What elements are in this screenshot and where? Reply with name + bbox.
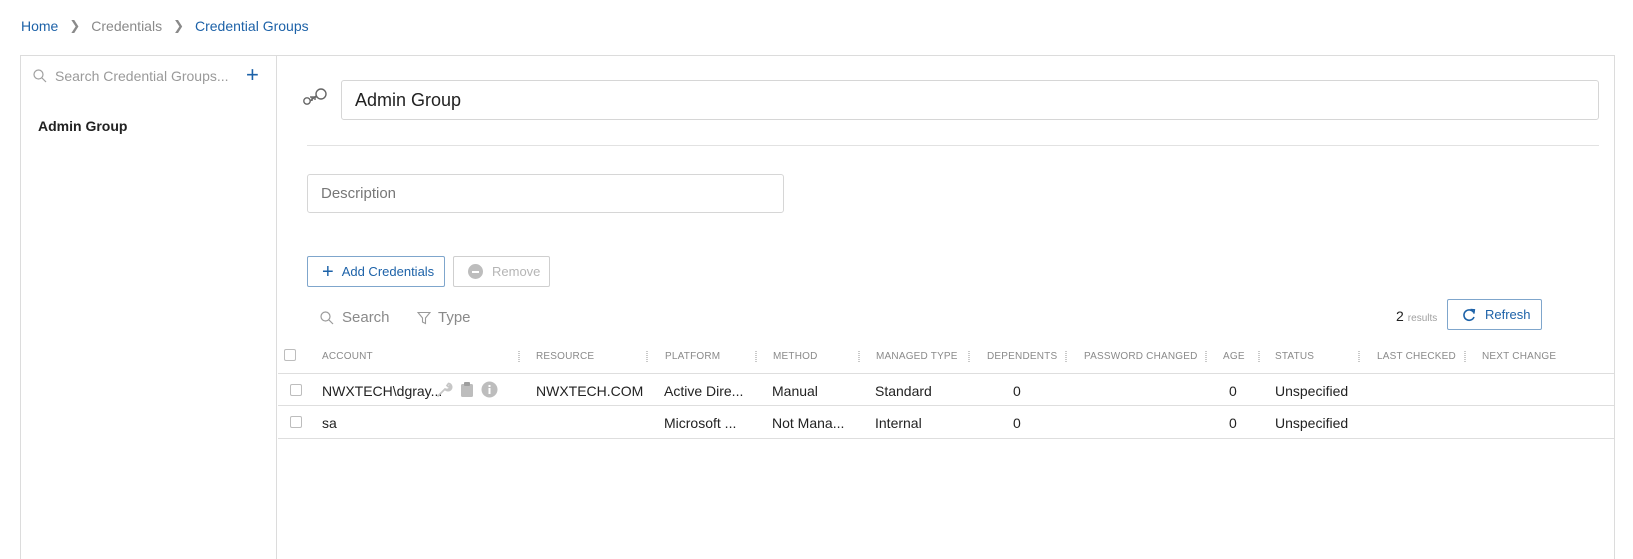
add-credentials-label: Add Credentials	[341, 264, 435, 279]
breadcrumb-home[interactable]: Home	[21, 18, 58, 34]
cell-managed-type: Internal	[875, 415, 922, 431]
add-credentials-button[interactable]: + Add Credentials	[307, 256, 445, 287]
row-checkbox[interactable]	[290, 416, 302, 428]
column-resize-handle[interactable]	[646, 351, 648, 362]
cell-account: NWXTECH\dgray...	[322, 383, 443, 399]
column-account[interactable]: ACCOUNT	[322, 351, 373, 362]
search-icon	[33, 69, 47, 83]
cell-age: 0	[1229, 415, 1237, 431]
refresh-button[interactable]: Refresh	[1447, 299, 1542, 330]
table-row[interactable]: sa Microsoft ... Not Mana... Internal 0 …	[278, 406, 1614, 439]
breadcrumb-credential-groups[interactable]: Credential Groups	[195, 18, 309, 34]
refresh-label: Refresh	[1485, 307, 1531, 322]
column-platform[interactable]: PLATFORM	[665, 351, 720, 362]
refresh-icon	[1463, 308, 1476, 321]
cell-method: Not Mana...	[772, 415, 845, 431]
column-managed-type[interactable]: MANAGED TYPE	[876, 351, 958, 362]
column-resize-handle[interactable]	[968, 351, 970, 362]
column-age[interactable]: AGE	[1223, 351, 1245, 362]
column-last-checked[interactable]: LAST CHECKED	[1377, 351, 1456, 362]
column-status[interactable]: STATUS	[1275, 351, 1314, 362]
column-resize-handle[interactable]	[1464, 351, 1466, 362]
chevron-right-icon: ❯	[173, 18, 184, 33]
wrench-icon[interactable]	[436, 381, 453, 398]
results-number: 2	[1396, 308, 1404, 324]
column-resize-handle[interactable]	[755, 351, 757, 362]
plus-icon: +	[322, 260, 334, 283]
column-dependents[interactable]: DEPENDENTS	[987, 351, 1057, 362]
select-all-checkbox[interactable]	[284, 349, 296, 361]
cell-account: sa	[322, 415, 337, 431]
cell-status: Unspecified	[1275, 383, 1349, 399]
column-resize-handle[interactable]	[1065, 351, 1067, 362]
results-label: results	[1407, 313, 1438, 324]
sidebar-search-placeholder: Search Credential Groups...	[55, 68, 229, 84]
clipboard-icon[interactable]	[459, 381, 475, 398]
results-count: 2 results	[1396, 308, 1437, 324]
column-resize-handle[interactable]	[858, 351, 860, 362]
add-group-button[interactable]: +	[246, 64, 259, 86]
cell-platform: Active Dire...	[664, 383, 744, 399]
table-row[interactable]: NWXTECH\dgray... NWXTECH.COM Active Dire…	[278, 373, 1614, 406]
cell-resource: NWXTECH.COM	[536, 383, 644, 399]
breadcrumb: Home ❯ Credentials ❯ Credential Groups	[21, 18, 309, 34]
cell-method: Manual	[772, 383, 818, 399]
column-resize-handle[interactable]	[1258, 351, 1260, 362]
divider	[307, 145, 1599, 146]
group-detail: Admin Group + Add Credentials Remove Sea…	[278, 56, 1614, 559]
type-label: Type	[438, 309, 471, 326]
sidebar-search[interactable]: Search Credential Groups...	[33, 68, 229, 84]
column-resize-handle[interactable]	[1205, 351, 1207, 362]
content-frame: Search Credential Groups... + Admin Grou…	[20, 55, 1615, 559]
table-search[interactable]: Search	[320, 309, 390, 326]
breadcrumb-credentials[interactable]: Credentials	[91, 18, 162, 34]
remove-label: Remove	[492, 264, 541, 279]
row-checkbox[interactable]	[290, 384, 302, 396]
column-resize-handle[interactable]	[518, 351, 520, 362]
cell-dependents: 0	[1013, 415, 1021, 431]
column-resize-handle[interactable]	[1358, 351, 1360, 362]
minus-circle-icon	[468, 264, 483, 279]
chevron-right-icon: ❯	[69, 18, 81, 33]
search-label: Search	[342, 309, 390, 326]
column-next-change[interactable]: NEXT CHANGE	[1482, 351, 1556, 362]
sidebar-item-admin-group[interactable]: Admin Group	[38, 118, 127, 134]
row-actions	[436, 381, 504, 398]
cell-dependents: 0	[1013, 383, 1021, 399]
column-method[interactable]: METHOD	[773, 351, 818, 362]
cell-status: Unspecified	[1275, 415, 1349, 431]
key-group-icon	[302, 86, 328, 111]
filter-icon	[417, 311, 431, 324]
column-resource[interactable]: RESOURCE	[536, 351, 594, 362]
remove-button[interactable]: Remove	[453, 256, 550, 287]
search-icon	[320, 310, 334, 324]
cell-age: 0	[1229, 383, 1237, 399]
table-header: ACCOUNT RESOURCE PLATFORM METHOD MANAGED…	[278, 343, 1614, 373]
sidebar: Search Credential Groups... + Admin Grou…	[21, 56, 277, 559]
group-name-field[interactable]: Admin Group	[341, 80, 1599, 120]
cell-managed-type: Standard	[875, 383, 932, 399]
column-password-changed[interactable]: PASSWORD CHANGED	[1084, 351, 1198, 362]
cell-platform: Microsoft ...	[664, 415, 737, 431]
info-icon[interactable]	[481, 381, 498, 398]
description-field[interactable]	[307, 174, 784, 213]
type-filter[interactable]: Type	[417, 309, 471, 326]
